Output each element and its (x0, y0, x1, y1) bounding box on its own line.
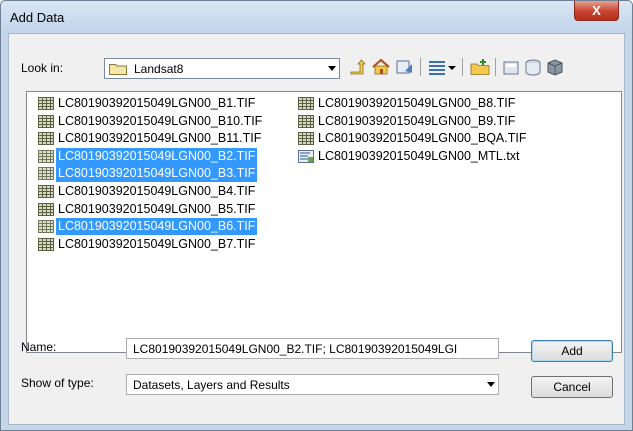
file-list[interactable]: LC80190392015049LGN00_B1.TIF LC8019039201… (26, 91, 622, 353)
dialog-title: Add Data (10, 10, 65, 25)
raster-dataset-icon (38, 167, 54, 181)
show-of-type-value: Datasets, Layers and Results (133, 378, 290, 392)
file-name: LC80190392015049LGN00_B9.TIF (318, 113, 516, 128)
up-one-level-icon[interactable] (348, 56, 368, 78)
catalog-connect-icon[interactable] (395, 56, 415, 78)
file-name: LC80190392015049LGN00_B3.TIF (56, 165, 258, 183)
new-database-icon[interactable] (523, 56, 543, 78)
table-file-icon (298, 149, 314, 163)
raster-dataset-icon (298, 132, 314, 146)
folder-icon (109, 64, 127, 75)
add-button[interactable]: Add (531, 340, 613, 362)
file-name: LC80190392015049LGN00_B6.TIF (56, 218, 258, 236)
file-name: LC80190392015049LGN00_B1.TIF (58, 96, 256, 110)
file-name: LC80190392015049LGN00_B5.TIF (58, 201, 256, 216)
new-geodatabase-icon[interactable] (545, 56, 565, 78)
file-name: LC80190392015049LGN00_B11.TIF (58, 131, 262, 146)
new-folder-icon[interactable] (470, 56, 490, 78)
look-in-value: Landsat8 (134, 62, 184, 76)
name-field[interactable]: LC80190392015049LGN00_B2.TIF; LC80190392… (126, 338, 499, 359)
file-name: LC80190392015049LGN00_B4.TIF (58, 184, 256, 198)
home-icon[interactable] (371, 56, 391, 78)
cancel-button[interactable]: Cancel (531, 376, 613, 398)
connect-folder-icon[interactable] (502, 56, 522, 78)
add-data-dialog: Add Data X Look in: Landsat8 LC801903920… (0, 0, 633, 431)
view-details-icon[interactable] (427, 56, 447, 78)
file-name: LC80190392015049LGN00_MTL.txt (318, 148, 520, 163)
show-of-type-label: Show of type: (21, 376, 94, 390)
look-in-dropdown[interactable]: Landsat8 (104, 58, 340, 79)
raster-dataset-icon (38, 202, 54, 216)
file-name: LC80190392015049LGN00_B10.TIF (58, 113, 263, 128)
chevron-down-icon (328, 66, 336, 71)
raster-dataset-icon (298, 114, 314, 128)
look-in-label: Look in: (21, 61, 64, 75)
toolbar-separator (420, 58, 421, 76)
close-button[interactable]: X (574, 1, 619, 21)
file-name: LC80190392015049LGN00_B7.TIF (58, 236, 256, 251)
raster-dataset-icon (38, 185, 54, 198)
name-label: Name: (21, 340, 57, 354)
file-name: LC80190392015049LGN00_B2.TIF (56, 147, 258, 165)
dialog-body: Look in: Landsat8 LC80190392015049LGN00_… (8, 33, 625, 425)
view-options-icon[interactable] (446, 56, 458, 78)
title-bar[interactable]: Add Data X (1, 1, 632, 33)
toolbar-separator (495, 58, 496, 76)
file-name: LC80190392015049LGN00_BQA.TIF (318, 131, 527, 146)
chevron-down-icon (487, 382, 495, 387)
raster-dataset-icon (298, 97, 314, 110)
file-name: LC80190392015049LGN00_B8.TIF (318, 96, 516, 110)
raster-dataset-icon (38, 220, 54, 234)
show-of-type-dropdown[interactable]: Datasets, Layers and Results (126, 374, 499, 395)
raster-dataset-icon (38, 132, 54, 146)
raster-dataset-icon (38, 114, 54, 128)
raster-dataset-icon (38, 149, 54, 163)
raster-dataset-icon (38, 237, 54, 251)
toolbar-separator (462, 58, 463, 76)
name-field-value: LC80190392015049LGN00_B2.TIF; LC80190392… (133, 342, 458, 356)
raster-dataset-icon (38, 97, 54, 110)
